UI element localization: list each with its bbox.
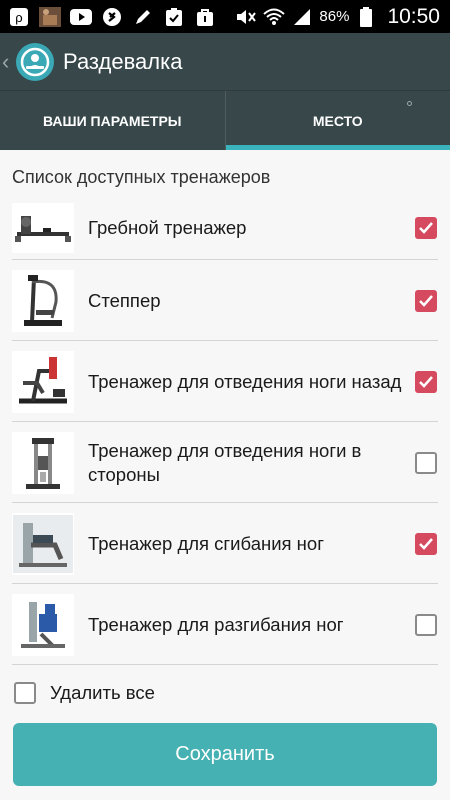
- list-item[interactable]: Гребной тренажер: [0, 196, 450, 260]
- wifi-icon: [263, 7, 286, 27]
- app-bar: ‹ Раздевалка: [0, 33, 450, 90]
- tab-bar: ВАШИ ПАРАМЕТРЫ МЕСТО: [0, 90, 450, 150]
- status-bar: ρ 86% 10:50: [0, 0, 450, 33]
- battery-percent: 86%: [319, 8, 350, 25]
- list-item[interactable]: Тренажер для сгибания ног: [0, 503, 450, 584]
- checkbox[interactable]: [415, 289, 437, 312]
- checkbox[interactable]: [415, 532, 437, 555]
- glute-kickback-machine-image: [12, 350, 74, 413]
- tab-your-parameters[interactable]: ВАШИ ПАРАМЕТРЫ: [0, 91, 225, 150]
- tab-label: ВАШИ ПАРАМЕТРЫ: [42, 112, 182, 129]
- stepper-machine-image: [12, 269, 74, 332]
- dot-indicator-icon: [407, 101, 412, 106]
- leg-curl-machine-image: [12, 512, 74, 575]
- list-item-label: Тренажер для отведения ноги назад: [88, 370, 402, 392]
- app-title: Раздевалка: [63, 48, 183, 74]
- hip-abduction-machine-image: [12, 431, 74, 494]
- leg-extension-machine-image: [12, 593, 74, 656]
- checkbox[interactable]: [415, 217, 437, 239]
- tab-place[interactable]: МЕСТО: [224, 91, 450, 150]
- list-item-label: Степпер: [88, 289, 161, 311]
- signal-icon: [291, 7, 313, 27]
- p-app-icon: ρ: [8, 7, 30, 27]
- checkbox[interactable]: [415, 370, 437, 393]
- list-item-label: Гребной тренажер: [88, 217, 247, 238]
- list-item[interactable]: Степпер: [0, 260, 450, 341]
- photo-thumbnail-icon: [39, 6, 61, 27]
- shazam-icon: [101, 7, 123, 27]
- battery-icon: [355, 6, 377, 27]
- youtube-icon: [70, 7, 92, 27]
- delete-all-label: Удалить все: [50, 682, 155, 703]
- list-item[interactable]: Тренажер для разгибания ног: [0, 584, 450, 665]
- rowing-machine-image: [12, 203, 74, 253]
- clipboard-check-icon: [163, 7, 185, 27]
- delete-all-checkbox[interactable]: [14, 682, 36, 704]
- delete-all-row[interactable]: Удалить все: [14, 682, 155, 704]
- checkbox[interactable]: [415, 451, 437, 474]
- tab-label: МЕСТО: [312, 112, 363, 129]
- list-item[interactable]: Тренажер для отведения ноги в стороны: [0, 422, 450, 503]
- pencil-icon: [132, 7, 154, 27]
- clock: 10:50: [387, 4, 440, 28]
- list-item-label: Тренажер для отведения ноги в стороны: [88, 439, 362, 485]
- bag-icon: [194, 7, 216, 27]
- app-logo-icon[interactable]: [16, 42, 54, 81]
- back-chevron-icon[interactable]: ‹: [2, 49, 16, 75]
- svg-text:ρ: ρ: [15, 10, 22, 25]
- checkbox[interactable]: [415, 613, 437, 636]
- mute-icon: [235, 7, 257, 27]
- list-item[interactable]: Тренажер для отведения ноги назад: [0, 341, 450, 422]
- list-item-label: Тренажер для сгибания ног: [88, 532, 324, 554]
- list-item-label: Тренажер для разгибания ног: [88, 613, 344, 635]
- list-header: Список доступных тренажеров: [12, 167, 271, 187]
- machine-list: Гребной тренажер Степпер Тренажер для от…: [0, 196, 450, 665]
- save-button[interactable]: Сохранить: [13, 723, 437, 786]
